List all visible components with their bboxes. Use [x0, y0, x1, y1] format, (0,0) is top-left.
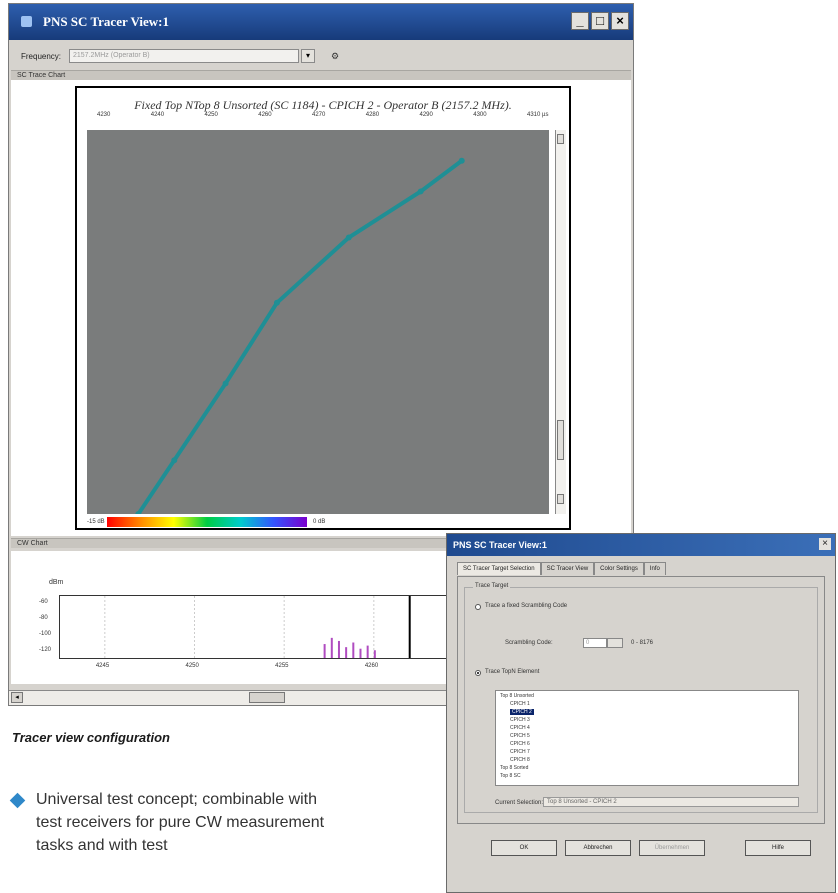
settings-icon[interactable]: ⚙: [331, 51, 339, 62]
plot-area[interactable]: [87, 130, 549, 514]
radio-topn-label: Trace TopN Element: [485, 669, 540, 675]
current-selection-field: Top 8 Unsorted - CPICH 2: [543, 797, 799, 807]
trace-target-group: Trace Target Trace a fixed Scrambling Co…: [464, 583, 818, 813]
colorbar-max-label: 0 dB: [313, 519, 326, 525]
cw-bar: [337, 640, 340, 658]
apply-button[interactable]: Übernehmen: [639, 840, 705, 856]
tab-tracer-view[interactable]: SC Tracer View: [540, 562, 595, 575]
scrambling-code-label: Scrambling Code:: [505, 640, 553, 646]
x-tick-label: 4270: [312, 112, 326, 118]
cw-bar: [330, 637, 333, 658]
x-tick-label: 4240: [150, 112, 165, 118]
trace-chart: Fixed Top NTop 8 Unsorted (SC 1184) - CP…: [75, 86, 571, 530]
trace-pane-header: SC Trace Chart: [11, 70, 631, 80]
cw-y-label: -120: [39, 647, 52, 653]
trace-point: [171, 457, 178, 464]
colorbar: [107, 517, 307, 527]
x-tick-label: 4230: [97, 112, 111, 118]
tree-item-cpich-2[interactable]: CPICH 2: [510, 709, 534, 715]
vertical-scrollbar[interactable]: [555, 130, 566, 514]
scroll-thumb[interactable]: [557, 420, 564, 460]
cw-x-label: 4260: [364, 663, 379, 669]
topn-tree[interactable]: Top 8 Unsorted CPICH 1 CPICH 2 CPICH 3 C…: [495, 690, 799, 786]
scroll-thumb-bottom[interactable]: [557, 494, 564, 504]
dialog-close-icon[interactable]: ×: [819, 538, 831, 550]
cw-y-label: -80: [39, 615, 48, 621]
colorbar-min-label: -15 dB: [87, 519, 105, 525]
scrambling-range-label: 0 - 8176: [631, 640, 654, 646]
minimize-button[interactable]: _: [571, 12, 589, 30]
scroll-thumb-top[interactable]: [557, 134, 564, 144]
horizontal-scroll-thumb[interactable]: [249, 692, 285, 703]
title-bar[interactable]: PNS SC Tracer View:1 _ □ ×: [9, 4, 633, 40]
help-button[interactable]: Hilfe: [745, 840, 811, 856]
cw-x-label: 4255: [275, 663, 289, 669]
dialog-tabs: SC Tracer Target Selection SC Tracer Vie…: [457, 562, 666, 575]
tree-item-cpich-6[interactable]: CPICH 6: [510, 741, 530, 747]
x-tick-label: 4310 µs: [527, 112, 549, 118]
cancel-button[interactable]: Abbrechen: [565, 840, 631, 856]
cw-bar: [359, 648, 362, 658]
tree-root-sc[interactable]: Top 8 SC: [500, 773, 521, 779]
tab-info[interactable]: Info: [643, 562, 666, 575]
radio-topn[interactable]: [475, 670, 481, 676]
bullet-diamond-icon: [9, 792, 26, 809]
cw-bar: [366, 645, 369, 658]
window-title: PNS SC Tracer View:1: [43, 14, 170, 29]
trace-point: [222, 380, 229, 387]
toolbar: Frequency: 2157.2MHz (Operator B) ▾ ⚙: [9, 40, 633, 70]
x-tick-label: 4300: [473, 112, 487, 118]
cw-x-label: 4250: [185, 663, 199, 669]
tab-color-settings[interactable]: Color Settings: [594, 562, 644, 575]
tab-target-selection[interactable]: SC Tracer Target Selection: [457, 562, 541, 575]
frequency-select[interactable]: 2157.2MHz (Operator B): [69, 49, 299, 63]
x-tick-label: 4280: [365, 112, 380, 118]
tree-item-cpich-5[interactable]: CPICH 5: [510, 733, 530, 739]
trace-point: [345, 234, 352, 241]
tree-item-cpich-1[interactable]: CPICH 1: [510, 701, 530, 707]
tree-root-unsorted[interactable]: Top 8 Unsorted: [500, 693, 534, 699]
tree-root-sorted[interactable]: Top 8 Sorted: [500, 765, 528, 771]
trace-point: [458, 157, 465, 164]
trace-chart-pane: Fixed Top NTop 8 Unsorted (SC 1184) - CP…: [11, 80, 631, 536]
maximize-button[interactable]: □: [591, 12, 609, 30]
group-title: Trace Target: [473, 583, 511, 589]
scrambling-code-input[interactable]: 0: [583, 638, 607, 648]
cw-bar: [352, 642, 355, 658]
cw-unit-label: dBm: [49, 579, 64, 586]
tree-item-cpich-3[interactable]: CPICH 3: [510, 717, 530, 723]
config-dialog: PNS SC Tracer View:1 × SC Tracer Target …: [446, 533, 836, 893]
chevron-down-icon[interactable]: ▾: [301, 49, 315, 63]
tab-panel: Trace Target Trace a fixed Scrambling Co…: [457, 576, 825, 824]
trace-line: [136, 159, 463, 514]
current-selection-label: Current Selection:: [495, 800, 544, 806]
cw-bar: [345, 647, 348, 658]
cw-y-label: -100: [39, 631, 52, 637]
scroll-left-icon[interactable]: ◂: [11, 692, 23, 703]
dialog-title[interactable]: PNS SC Tracer View:1: [447, 534, 835, 556]
tree-item-cpich-8[interactable]: CPICH 8: [510, 757, 530, 763]
figure-caption: Tracer view configuration: [12, 730, 170, 745]
trace-point: [273, 299, 280, 306]
chart-title: Fixed Top NTop 8 Unsorted (SC 1184) - CP…: [134, 98, 512, 112]
radio-fixed-sc[interactable]: [475, 604, 481, 610]
cw-y-label: -60: [39, 599, 48, 605]
radio-fixed-sc-label: Trace a fixed Scrambling Code: [485, 603, 568, 609]
bullet-text: Universal test concept; combinable with …: [36, 791, 325, 854]
tree-item-cpich-4[interactable]: CPICH 4: [510, 725, 530, 731]
x-tick-label: 4250: [204, 112, 218, 118]
cw-x-label: 4245: [95, 663, 110, 669]
ok-button[interactable]: OK: [491, 840, 557, 856]
x-tick-label: 4290: [419, 112, 433, 118]
cw-bar: [323, 644, 326, 658]
close-button[interactable]: ×: [611, 12, 629, 30]
tree-item-cpich-7[interactable]: CPICH 7: [510, 749, 530, 755]
app-icon: [21, 16, 32, 27]
x-tick-label: 4260: [258, 112, 272, 118]
trace-point: [417, 188, 424, 195]
trace-plot-svg: [135, 157, 465, 514]
cw-bar: [373, 650, 376, 658]
scrambling-code-spinner[interactable]: [607, 638, 623, 648]
frequency-label: Frequency:: [21, 52, 62, 61]
